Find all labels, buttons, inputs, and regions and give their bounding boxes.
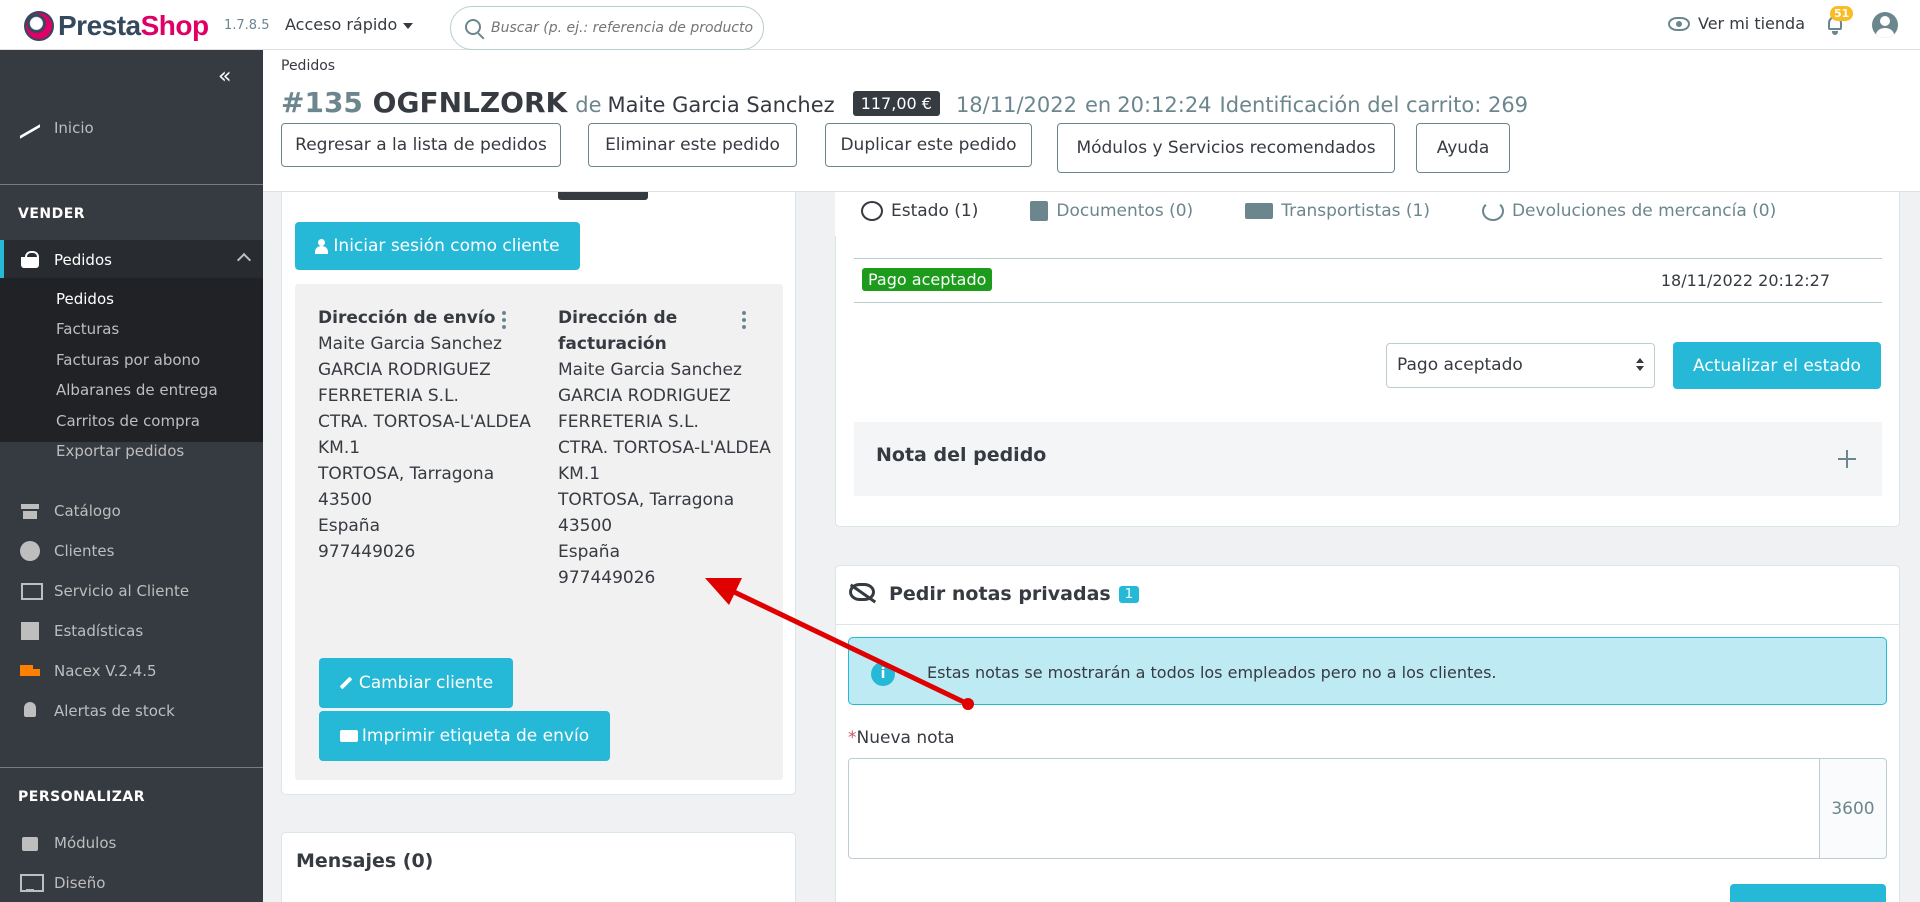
sidebar-divider xyxy=(0,184,263,185)
eye-slash-icon xyxy=(849,583,875,601)
order-total-badge: 117,00 € xyxy=(852,91,940,116)
puzzle-icon xyxy=(20,833,42,853)
pencil-icon xyxy=(339,676,353,690)
truck-icon xyxy=(1245,203,1274,219)
sidebar-item-stats[interactable]: Estadísticas xyxy=(0,611,263,651)
submenu-credit-slips[interactable]: Facturas por abono xyxy=(56,351,200,369)
help-button[interactable]: Ayuda xyxy=(1416,123,1510,173)
version-label: 1.7.8.5 xyxy=(224,18,270,33)
submenu-invoices[interactable]: Facturas xyxy=(56,320,119,338)
truck-icon xyxy=(20,661,42,681)
search-bar[interactable] xyxy=(450,6,764,50)
puffin-logo-icon xyxy=(24,11,54,41)
order-status-select[interactable]: Pago aceptado xyxy=(1386,343,1655,388)
submenu-orders[interactable]: Pedidos xyxy=(56,290,114,308)
new-note-textarea[interactable] xyxy=(848,758,1820,859)
status-history-row: Pago aceptado 18/11/2022 20:12:27 xyxy=(854,258,1882,303)
search-icon xyxy=(465,19,481,35)
bell-alert-icon xyxy=(20,701,42,721)
sidebar-divider xyxy=(0,767,263,768)
info-alert: i Estas notas se mostrarán a todos los e… xyxy=(848,637,1887,705)
duplicate-order-button[interactable]: Duplicar este pedido xyxy=(825,123,1032,167)
char-counter: 3600 xyxy=(1819,758,1887,859)
sidebar-item-design[interactable]: Diseño xyxy=(0,863,263,902)
tab-merchandise-returns[interactable]: Devoluciones de mercancía (0) xyxy=(1456,186,1802,236)
expand-plus-icon[interactable] xyxy=(1838,450,1856,468)
messages-card: Mensajes (0) xyxy=(281,832,796,902)
quick-access-dropdown[interactable]: Acceso rápido xyxy=(285,15,414,34)
update-status-button[interactable]: Actualizar el estado xyxy=(1673,342,1881,389)
caret-down-icon xyxy=(403,22,414,29)
sidebar-item-orders[interactable]: Pedidos xyxy=(0,240,263,280)
truck-icon xyxy=(339,730,358,742)
basket-icon xyxy=(20,250,42,270)
breadcrumb[interactable]: Pedidos xyxy=(281,58,335,74)
new-note-label: *Nueva nota xyxy=(848,728,955,748)
tab-carriers[interactable]: Transportistas (1) xyxy=(1219,186,1456,236)
person-icon xyxy=(315,239,329,254)
tab-documents[interactable]: Documentos (0) xyxy=(1004,186,1219,236)
section-sell-title: VENDER xyxy=(18,206,86,222)
save-note-button[interactable] xyxy=(1730,884,1886,902)
change-customer-button[interactable]: Cambiar cliente xyxy=(319,658,513,708)
sidebar-item-home[interactable]: Inicio xyxy=(0,108,263,148)
order-note-title: Nota del pedido xyxy=(876,444,1047,466)
section-customize-title: PERSONALIZAR xyxy=(18,789,146,805)
sidebar: « Inicio VENDER Pedidos Pedidos Facturas… xyxy=(0,50,263,902)
trend-icon xyxy=(20,118,42,138)
status-badge: Pago aceptado xyxy=(862,268,993,291)
top-header: PrestaShop 1.7.8.5 Acceso rápido Ver mi … xyxy=(0,0,1920,50)
orders-submenu: Pedidos Facturas Facturas por abono Alba… xyxy=(0,278,263,460)
private-notes-header: Pedir notas privadas 1 xyxy=(835,565,1900,625)
history-icon xyxy=(861,201,883,221)
sidebar-item-catalog[interactable]: Catálogo xyxy=(0,491,263,531)
chat-icon xyxy=(20,581,43,601)
chevron-up-icon xyxy=(236,252,252,268)
billing-address-menu-icon[interactable] xyxy=(742,311,746,331)
shipping-address: Dirección de envío Maite Garcia Sanchez … xyxy=(318,308,531,562)
submenu-delivery-slips[interactable]: Albaranes de entrega xyxy=(56,381,218,399)
undo-icon xyxy=(1481,201,1504,221)
login-as-customer-button[interactable]: Iniciar sesión como cliente xyxy=(295,222,580,270)
delete-order-button[interactable]: Eliminar este pedido xyxy=(588,123,797,167)
sidebar-item-stock-alerts[interactable]: Alertas de stock xyxy=(0,691,263,731)
info-icon: i xyxy=(871,662,895,686)
view-shop-link[interactable]: Ver mi tienda xyxy=(1668,14,1805,33)
sidebar-item-modules[interactable]: Módulos xyxy=(0,823,263,863)
print-shipping-label-button[interactable]: Imprimir etiqueta de envío xyxy=(319,711,610,761)
user-circle-icon xyxy=(20,541,42,561)
eye-icon xyxy=(1668,16,1690,31)
employee-account-icon[interactable] xyxy=(1872,12,1898,38)
submenu-shopping-carts[interactable]: Carritos de compra xyxy=(56,412,200,430)
status-date: 18/11/2022 20:12:27 xyxy=(1660,271,1830,290)
status-tabs: Estado (1) Documentos (0) Transportistas… xyxy=(835,186,1802,236)
back-to-orders-button[interactable]: Regresar a la lista de pedidos xyxy=(281,123,561,167)
messages-title: Mensajes (0) xyxy=(296,850,434,872)
tab-status[interactable]: Estado (1) xyxy=(835,186,1005,236)
search-input[interactable] xyxy=(491,17,753,39)
notifications-badge: 51 xyxy=(1830,6,1854,21)
submenu-export-orders[interactable]: Exportar pedidos xyxy=(56,442,184,460)
sidebar-item-customer-service[interactable]: Servicio al Cliente xyxy=(0,571,263,611)
sidebar-item-nacex[interactable]: Nacex V.2.4.5 xyxy=(0,651,263,691)
sidebar-item-customers[interactable]: Clientes xyxy=(0,531,263,571)
monitor-icon xyxy=(20,873,44,893)
document-icon xyxy=(1030,201,1049,221)
notes-count-badge: 1 xyxy=(1118,585,1140,603)
select-arrows-icon xyxy=(1636,358,1644,372)
store-icon xyxy=(20,501,42,521)
billing-address: Dirección de facturación Maite Garcia Sa… xyxy=(558,308,771,588)
shipping-address-menu-icon[interactable] xyxy=(502,311,506,331)
page-title: #135 OGFNLZORK de Maite Garcia Sanchez 1… xyxy=(281,86,1529,119)
recommended-modules-button[interactable]: Módulos y Servicios recomendados xyxy=(1057,123,1395,173)
stats-icon xyxy=(20,621,42,641)
prestashop-logo[interactable]: PrestaShop xyxy=(24,10,209,42)
order-note-panel[interactable]: Nota del pedido xyxy=(854,422,1882,496)
collapse-sidebar-icon[interactable]: « xyxy=(218,64,231,89)
